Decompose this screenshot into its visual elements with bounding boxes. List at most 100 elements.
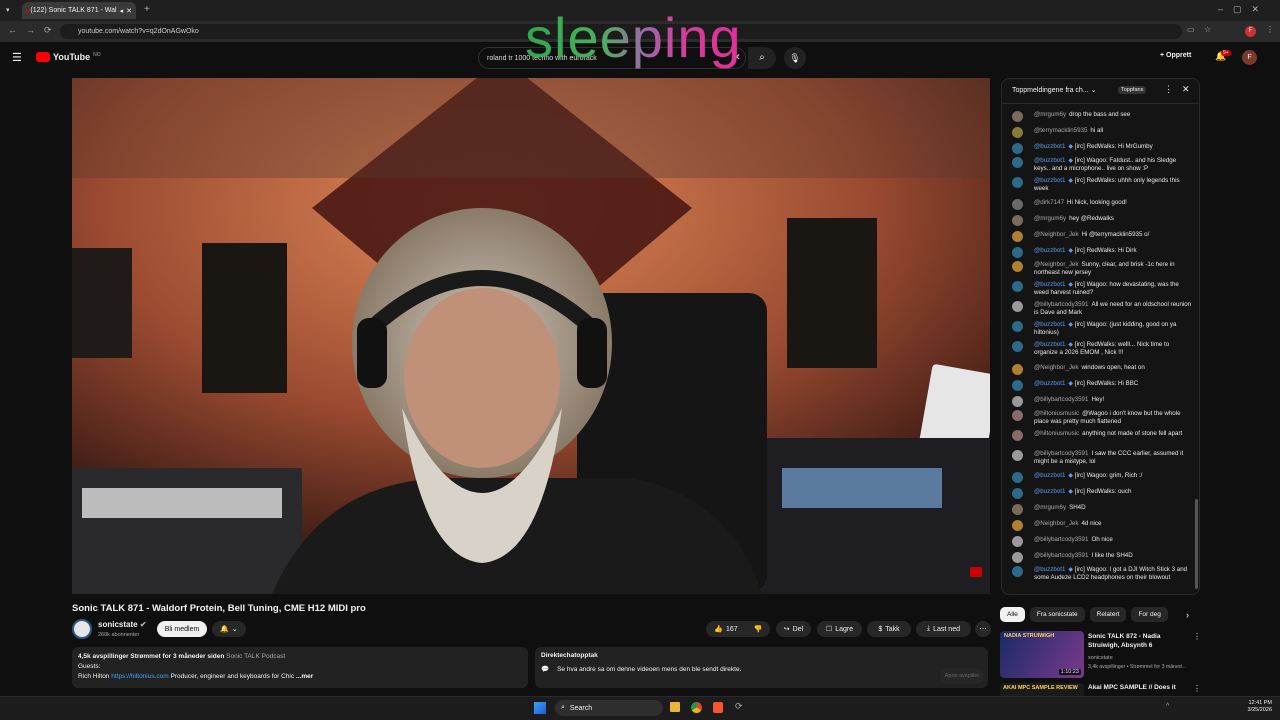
search-button[interactable]: ⌕ <box>748 47 776 69</box>
share-button[interactable]: ↪ Del <box>776 621 811 637</box>
chat-avatar[interactable] <box>1012 430 1023 441</box>
mic-icon[interactable]: 🎙 <box>784 47 806 69</box>
chat-avatar[interactable] <box>1012 281 1023 292</box>
bookmark-star-icon[interactable]: ☆ <box>1204 25 1211 34</box>
brave-icon[interactable] <box>713 702 723 713</box>
profile-avatar[interactable]: F <box>1245 26 1256 37</box>
chat-avatar[interactable] <box>1012 143 1023 154</box>
rec-thumbnail-2[interactable]: AKAI MPC SAMPLE REVIEW <box>1000 683 1084 696</box>
chat-author[interactable]: @buzzbot1 <box>1034 177 1065 184</box>
chat-author[interactable]: @mrgum6y <box>1034 215 1066 222</box>
download-button[interactable]: ⤓ Last ned <box>916 621 971 637</box>
chat-author[interactable]: @billybartcody3591 <box>1034 396 1088 403</box>
chat-author[interactable]: @billybartcody3591 <box>1034 552 1088 559</box>
chat-close-icon[interactable]: ✕ <box>1182 84 1190 95</box>
overlay-brand-icon[interactable] <box>970 567 982 577</box>
chat-avatar[interactable] <box>1012 450 1023 461</box>
dislike-button[interactable]: 👎 <box>746 621 770 637</box>
chat-avatar[interactable] <box>1012 380 1023 391</box>
rec-title-1[interactable]: Sonic TALK 872 - Nadia Struiwigh, Absynt… <box>1088 632 1188 650</box>
window-controls[interactable]: –▢✕ <box>1218 4 1269 15</box>
menu-dots-icon[interactable]: ⋮ <box>1266 25 1274 34</box>
chrome-icon[interactable] <box>691 702 702 713</box>
like-button[interactable]: 👍 167 <box>706 621 746 637</box>
chat-author[interactable]: @Neighbor_Jek <box>1034 364 1078 371</box>
filter-chip[interactable]: Fra sonicstate <box>1029 607 1085 622</box>
rec-menu-icon[interactable]: ⋮ <box>1193 632 1201 641</box>
open-player-button[interactable]: Apne avspiller <box>940 668 984 684</box>
chat-author[interactable]: @hiltoniusmusic <box>1034 430 1079 437</box>
chat-scrollbar[interactable] <box>1195 499 1198 589</box>
chat-avatar[interactable] <box>1012 111 1023 122</box>
chat-avatar[interactable] <box>1012 261 1023 272</box>
chat-author[interactable]: @buzzbot1 <box>1034 488 1065 495</box>
chat-author[interactable]: @terrymacklin5935 <box>1034 127 1087 134</box>
chat-author[interactable]: @Neighbor_Jek <box>1034 520 1078 527</box>
chat-avatar[interactable] <box>1012 215 1023 226</box>
nav-buttons[interactable]: ←→⟳ <box>8 25 61 36</box>
chat-avatar[interactable] <box>1012 566 1023 577</box>
account-avatar[interactable]: F <box>1242 50 1257 65</box>
chat-author[interactable]: @buzzbot1 <box>1034 143 1065 150</box>
tab-list-icon[interactable]: ▾ <box>6 6 10 14</box>
guest-link[interactable]: https://hiltonius.com <box>111 673 168 680</box>
rec-channel-1[interactable]: sonicstate <box>1088 655 1113 661</box>
hamburger-icon[interactable]: ☰ <box>12 51 22 64</box>
chat-author[interactable]: @Neighbor_Jek <box>1034 261 1078 268</box>
rec-title-2[interactable]: Akai MPC SAMPLE // Does it <box>1088 684 1176 691</box>
show-more-link[interactable]: ...mer <box>296 673 313 680</box>
chat-avatar[interactable] <box>1012 301 1023 312</box>
filter-chip[interactable]: For deg <box>1131 607 1168 622</box>
chat-filter-dropdown[interactable]: Toppmeldingene fra ch... ⌄ <box>1012 86 1097 94</box>
chat-author[interactable]: @billybartcody3591 <box>1034 450 1088 457</box>
filter-chip[interactable]: Relatert <box>1089 607 1127 622</box>
chat-avatar[interactable] <box>1012 472 1023 483</box>
chat-avatar[interactable] <box>1012 231 1023 242</box>
chat-author[interactable]: @billybartcody3591 <box>1034 301 1088 308</box>
chat-author[interactable]: @buzzbot1 <box>1034 472 1065 479</box>
chat-author[interactable]: @dirk7147 <box>1034 199 1064 206</box>
description-box[interactable]: 4,5k avspillinger Strømmet for 3 måneder… <box>72 647 528 688</box>
chips-next-icon[interactable]: › <box>1186 610 1189 620</box>
chat-avatar[interactable] <box>1012 536 1023 547</box>
chat-author[interactable]: @buzzbot1 <box>1034 380 1065 387</box>
notification-bell-button[interactable]: 🔔 ⌄ <box>212 621 246 637</box>
top-fans-badge[interactable]: Toppfans <box>1118 86 1147 94</box>
chat-author[interactable]: @buzzbot1 <box>1034 157 1065 164</box>
chat-author[interactable]: @mrgum6y <box>1034 504 1066 511</box>
tray-overflow-icon[interactable]: ^ <box>1166 703 1169 710</box>
chat-avatar[interactable] <box>1012 321 1023 332</box>
taskbar-search[interactable]: ⌕ Search <box>555 700 663 716</box>
chat-author[interactable]: @buzzbot1 <box>1034 321 1065 328</box>
chat-avatar[interactable] <box>1012 410 1023 421</box>
chat-avatar[interactable] <box>1012 504 1023 515</box>
chat-avatar[interactable] <box>1012 157 1023 168</box>
chat-author[interactable]: @Neighbor_Jek <box>1034 231 1078 238</box>
thanks-button[interactable]: $ Takk <box>867 621 911 637</box>
taskbar-clock[interactable]: 12:41 PM 3/25/2026 <box>1242 700 1272 714</box>
browser-tab[interactable]: (122) Sonic TALK 871 - Wal ◂ ✕ <box>22 2 136 19</box>
chat-avatar[interactable] <box>1012 364 1023 375</box>
chat-avatar[interactable] <box>1012 127 1023 138</box>
join-button[interactable]: Bli medlem <box>157 621 207 637</box>
chat-author[interactable]: @buzzbot1 <box>1034 247 1065 254</box>
app-icon[interactable]: ⟳ <box>735 701 743 712</box>
tab-close-icon[interactable]: ✕ <box>126 7 132 15</box>
chat-author[interactable]: @hiltoniusmusic <box>1034 410 1079 417</box>
chat-avatar[interactable] <box>1012 341 1023 352</box>
file-explorer-icon[interactable] <box>670 702 680 712</box>
chat-author[interactable]: @mrgum6y <box>1034 111 1066 118</box>
chat-avatar[interactable] <box>1012 247 1023 258</box>
chat-author[interactable]: @billybartcody3591 <box>1034 536 1088 543</box>
create-button[interactable]: + Opprett <box>1160 52 1191 59</box>
chat-avatar[interactable] <box>1012 177 1023 188</box>
chat-avatar[interactable] <box>1012 488 1023 499</box>
chat-author[interactable]: @buzzbot1 <box>1034 281 1065 288</box>
youtube-logo[interactable]: YouTube NO <box>36 52 101 62</box>
filter-chip[interactable]: Alle <box>1000 607 1025 622</box>
chat-author[interactable]: @buzzbot1 <box>1034 341 1065 348</box>
cast-icon[interactable]: ▭ <box>1187 25 1195 34</box>
chat-avatar[interactable] <box>1012 552 1023 563</box>
chat-author[interactable]: @buzzbot1 <box>1034 566 1065 573</box>
channel-avatar[interactable] <box>72 619 92 639</box>
